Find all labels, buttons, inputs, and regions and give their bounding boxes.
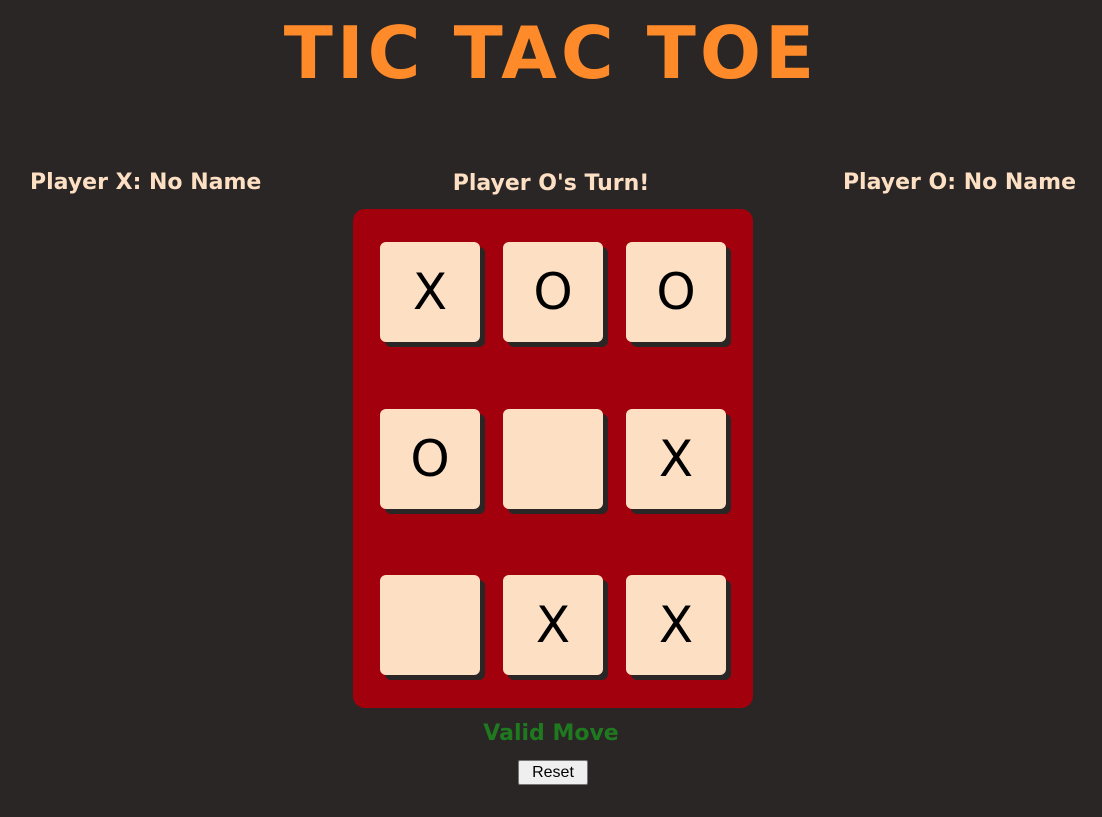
move-status: Valid Move <box>483 721 619 746</box>
board-cell-0-0[interactable]: X <box>380 242 480 342</box>
board-cell-0-2[interactable]: O <box>626 242 726 342</box>
board-cell-1-1[interactable] <box>503 409 603 509</box>
board-cell-2-1[interactable]: X <box>503 575 603 675</box>
game-board: X O O O X X X <box>353 209 753 708</box>
board-cell-1-2[interactable]: X <box>626 409 726 509</box>
board-cell-2-2[interactable]: X <box>626 575 726 675</box>
board-cell-1-0[interactable]: O <box>380 409 480 509</box>
reset-button[interactable]: Reset <box>518 760 588 785</box>
player-o-label: Player O: No Name <box>842 170 1076 195</box>
board-cell-0-1[interactable]: O <box>503 242 603 342</box>
board-cell-2-0[interactable] <box>380 575 480 675</box>
game-title: TIC TAC TOE <box>283 11 819 95</box>
